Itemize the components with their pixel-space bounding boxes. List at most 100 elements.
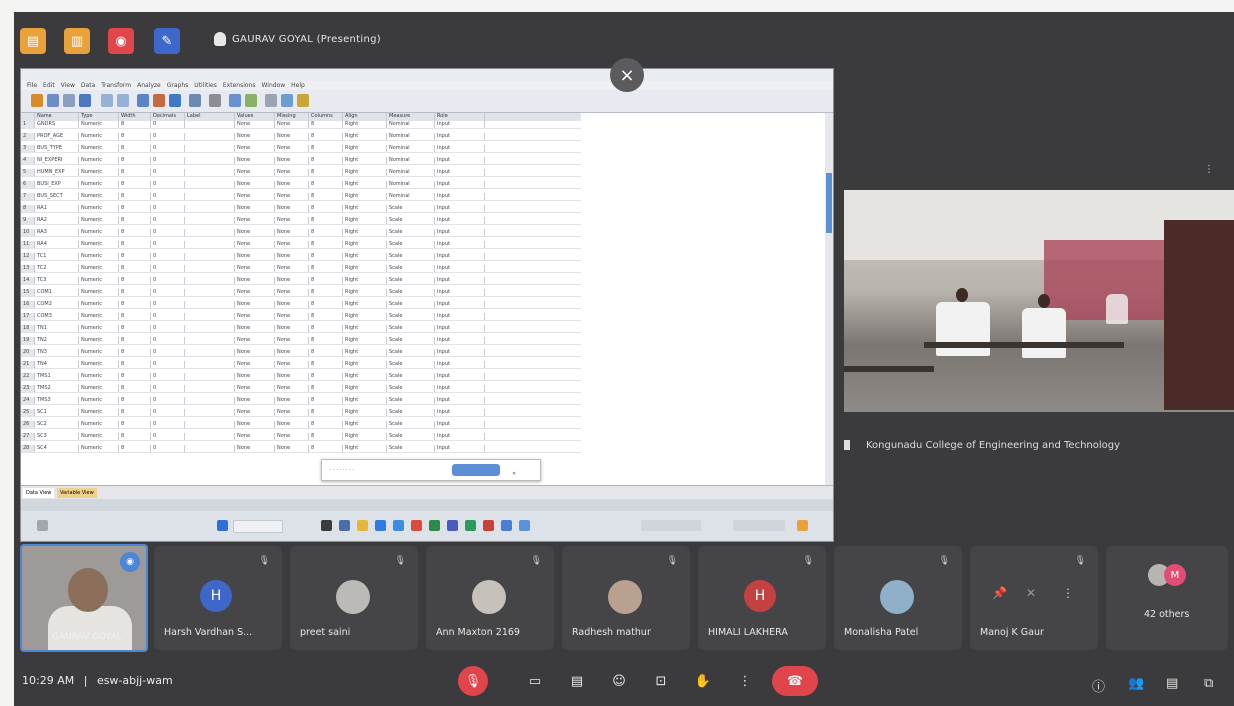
save-icon[interactable]: [47, 94, 59, 107]
table-cell[interactable]: 8: [309, 325, 343, 332]
table-cell[interactable]: 18: [21, 325, 35, 332]
table-cell[interactable]: None: [275, 253, 309, 260]
table-cell[interactable]: 8: [309, 145, 343, 152]
table-cell[interactable]: 8: [309, 277, 343, 284]
table-cell[interactable]: BUS_SECT: [35, 193, 79, 200]
table-cell[interactable]: 4: [21, 157, 35, 164]
column-header[interactable]: Type: [79, 113, 119, 121]
table-cell[interactable]: Scale: [387, 205, 435, 212]
table-cell[interactable]: Right: [343, 217, 387, 224]
table-cell[interactable]: 8: [119, 433, 151, 440]
table-cell[interactable]: Right: [343, 373, 387, 380]
table-cell[interactable]: None: [235, 409, 275, 416]
table-cell[interactable]: RA3: [35, 229, 79, 236]
table-row[interactable]: 18 TN1 Numeric 8 0 None None 8 Right Scale Input: [21, 325, 581, 333]
tab-data-view[interactable]: Data View: [23, 488, 55, 498]
table-cell[interactable]: 8: [119, 181, 151, 188]
table-cell[interactable]: Numeric: [79, 133, 119, 140]
table-cell[interactable]: Numeric: [79, 157, 119, 164]
table-cell[interactable]: Scale: [387, 349, 435, 356]
undo-icon[interactable]: [101, 94, 113, 107]
table-cell[interactable]: None: [235, 145, 275, 152]
table-cell[interactable]: 16: [21, 301, 35, 308]
app-icon[interactable]: [447, 520, 458, 531]
table-cell[interactable]: Right: [343, 433, 387, 440]
table-cell[interactable]: [185, 373, 235, 380]
table-row[interactable]: 6 BUSI_EXP Numeric 8 0 None None 8 Right Nominal I…: [21, 181, 581, 189]
table-row[interactable]: 17 COM3 Numeric 8 0 None None 8 Right Scale Input: [21, 313, 581, 321]
table-cell[interactable]: None: [235, 181, 275, 188]
table-cell[interactable]: None: [235, 349, 275, 356]
taskview-icon[interactable]: [321, 520, 332, 531]
table-cell[interactable]: 0: [151, 373, 185, 380]
column-header[interactable]: Width: [119, 113, 151, 121]
mute-icon[interactable]: ✕: [1026, 586, 1036, 600]
table-cell[interactable]: 8: [309, 313, 343, 320]
column-header[interactable]: Label: [185, 113, 235, 121]
table-cell[interactable]: 14: [21, 277, 35, 284]
value-labels-icon[interactable]: [265, 94, 277, 107]
table-cell[interactable]: Right: [343, 157, 387, 164]
table-cell[interactable]: None: [275, 193, 309, 200]
table-cell[interactable]: 8: [119, 301, 151, 308]
table-cell[interactable]: 8: [119, 229, 151, 236]
table-cell[interactable]: None: [275, 373, 309, 380]
table-cell[interactable]: SC4: [35, 445, 79, 452]
column-header[interactable]: Values: [235, 113, 275, 121]
table-cell[interactable]: Right: [343, 169, 387, 176]
table-cell[interactable]: None: [275, 133, 309, 140]
participant-tile[interactable]: 🎙 H Harsh Vardhan S...: [154, 546, 282, 650]
table-cell[interactable]: 10: [21, 229, 35, 236]
table-cell[interactable]: Numeric: [79, 169, 119, 176]
table-cell[interactable]: None: [235, 445, 275, 452]
table-cell[interactable]: 8: [119, 313, 151, 320]
table-cell[interactable]: None: [235, 133, 275, 140]
table-cell[interactable]: [185, 313, 235, 320]
table-cell[interactable]: Input: [435, 181, 485, 188]
notes-icon[interactable]: ▥: [64, 28, 90, 54]
table-cell[interactable]: GNDRS: [35, 121, 79, 128]
table-cell[interactable]: [185, 349, 235, 356]
table-cell[interactable]: Right: [343, 397, 387, 404]
table-cell[interactable]: 7: [21, 193, 35, 200]
table-cell[interactable]: [185, 205, 235, 212]
table-cell[interactable]: COM3: [35, 313, 79, 320]
table-cell[interactable]: None: [235, 397, 275, 404]
table-cell[interactable]: 13: [21, 265, 35, 272]
table-cell[interactable]: Right: [343, 145, 387, 152]
table-row[interactable]: 28 SC4 Numeric 8 0 None None 8 Right Scale Input: [21, 445, 581, 453]
table-cell[interactable]: [185, 385, 235, 392]
table-cell[interactable]: 0: [151, 121, 185, 128]
table-cell[interactable]: [185, 325, 235, 332]
table-cell[interactable]: 8: [119, 169, 151, 176]
table-cell[interactable]: Input: [435, 265, 485, 272]
table-cell[interactable]: Numeric: [79, 409, 119, 416]
table-cell[interactable]: [185, 277, 235, 284]
table-cell[interactable]: TC3: [35, 277, 79, 284]
table-cell[interactable]: 0: [151, 445, 185, 452]
table-cell[interactable]: None: [235, 373, 275, 380]
table-cell[interactable]: None: [275, 325, 309, 332]
chat-icon[interactable]: ▤: [1166, 676, 1178, 691]
table-cell[interactable]: [185, 193, 235, 200]
table-cell[interactable]: Numeric: [79, 301, 119, 308]
table-cell[interactable]: Numeric: [79, 121, 119, 128]
table-cell[interactable]: 8: [119, 205, 151, 212]
more-icon[interactable]: ⋮: [1062, 586, 1074, 600]
script-icon[interactable]: [297, 94, 309, 107]
table-cell[interactable]: Right: [343, 181, 387, 188]
participant-tile[interactable]: 🎙 Radhesh mathur: [562, 546, 690, 650]
table-cell[interactable]: 8: [309, 373, 343, 380]
table-cell[interactable]: None: [235, 229, 275, 236]
table-cell[interactable]: 2: [21, 133, 35, 140]
notification-action-button[interactable]: [452, 464, 500, 476]
table-cell[interactable]: 0: [151, 265, 185, 272]
table-cell[interactable]: 8: [119, 373, 151, 380]
table-cell[interactable]: Input: [435, 169, 485, 176]
table-cell[interactable]: Input: [435, 241, 485, 248]
table-cell[interactable]: Scale: [387, 229, 435, 236]
table-cell[interactable]: [185, 217, 235, 224]
table-cell[interactable]: 8: [119, 121, 151, 128]
table-cell[interactable]: None: [275, 397, 309, 404]
table-cell[interactable]: 9: [21, 217, 35, 224]
